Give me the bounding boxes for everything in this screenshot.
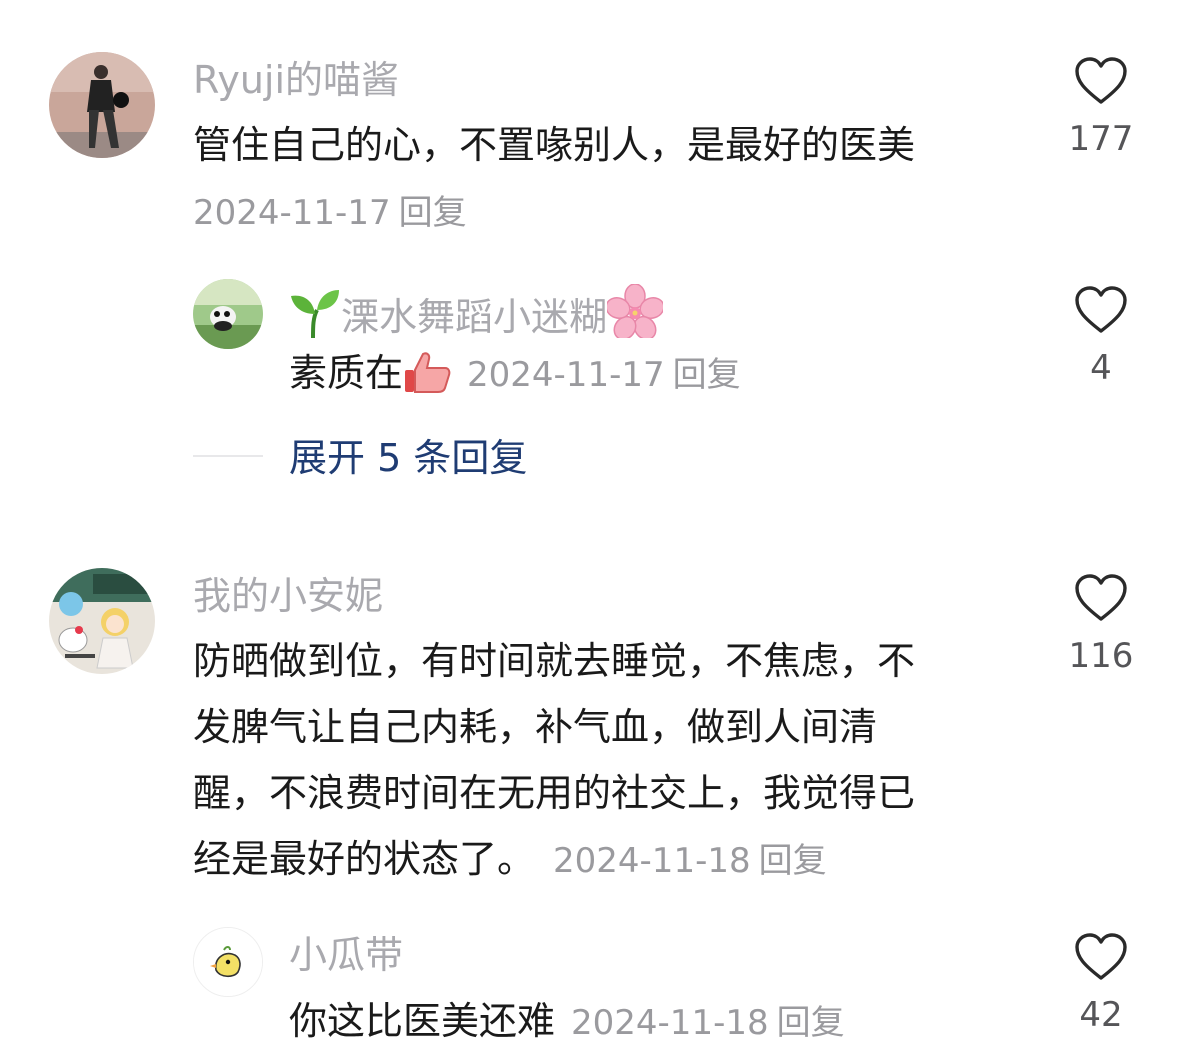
reply-author[interactable]: 溧水舞蹈小迷糊 bbox=[289, 283, 665, 344]
reply-button[interactable]: 回复 bbox=[777, 1003, 845, 1043]
reply-button[interactable]: 回复 bbox=[399, 193, 467, 233]
reply-date: 2024-11-17 bbox=[467, 355, 665, 395]
comment-meta: 2024-11-17 回复 bbox=[193, 196, 467, 230]
like-button[interactable]: 177 bbox=[1041, 56, 1161, 156]
seedling-emoji bbox=[289, 288, 341, 344]
divider bbox=[193, 455, 263, 457]
reply-text: 素质在 bbox=[289, 351, 404, 395]
heart-outline-icon bbox=[1075, 286, 1127, 333]
comment-text: 管住自己的心，不置喙别人，是最好的医美 bbox=[193, 123, 916, 167]
comment-text-last-line: 经是最好的状态了。 2024-11-18 回复 bbox=[193, 826, 827, 894]
reply-button[interactable]: 回复 bbox=[759, 841, 827, 881]
comment-text-line: 经是最好的状态了。 bbox=[193, 837, 536, 881]
like-count: 116 bbox=[1068, 636, 1134, 676]
comment-text-line: 发脾气让自己内耗，补气血，做到人间清 bbox=[193, 705, 878, 749]
like-button[interactable]: 116 bbox=[1041, 573, 1161, 673]
comment-text-line: 防晒做到位，有时间就去睡觉，不焦虑，不 bbox=[193, 639, 916, 683]
reply-author[interactable]: 小瓜带 bbox=[289, 936, 403, 974]
heart-outline-icon bbox=[1075, 57, 1127, 104]
like-count: 177 bbox=[1068, 119, 1134, 159]
reply-line: 素质在 2024-11-17 回复 bbox=[289, 340, 741, 414]
comment-date: 2024-11-17 bbox=[193, 193, 391, 233]
expand-replies-link[interactable]: 展开 5 条回复 bbox=[289, 439, 527, 477]
avatar[interactable] bbox=[193, 927, 263, 997]
heart-outline-icon bbox=[1075, 574, 1127, 621]
thumbs-up-emoji bbox=[403, 348, 451, 414]
comment-author[interactable]: 我的小安妮 bbox=[193, 577, 383, 615]
like-button[interactable]: 42 bbox=[1041, 932, 1161, 1032]
cherry-blossom-emoji bbox=[605, 283, 665, 344]
avatar[interactable] bbox=[49, 568, 155, 674]
reply-date: 2024-11-18 bbox=[571, 1003, 769, 1043]
heart-outline-icon bbox=[1075, 933, 1127, 980]
like-button[interactable]: 4 bbox=[1041, 285, 1161, 385]
comment-author[interactable]: Ryuji的喵酱 bbox=[193, 61, 399, 99]
reply-text: 你这比医美还难 bbox=[289, 999, 556, 1043]
like-count: 42 bbox=[1079, 995, 1123, 1035]
avatar[interactable] bbox=[193, 279, 263, 349]
avatar[interactable] bbox=[49, 52, 155, 158]
like-count: 4 bbox=[1090, 348, 1112, 388]
comment-date: 2024-11-18 bbox=[553, 841, 751, 881]
comment-text-line: 醒，不浪费时间在无用的社交上，我觉得已 bbox=[193, 771, 916, 815]
reply-button[interactable]: 回复 bbox=[673, 355, 741, 395]
reply-line: 你这比医美还难 2024-11-18 回复 bbox=[289, 988, 845, 1056]
